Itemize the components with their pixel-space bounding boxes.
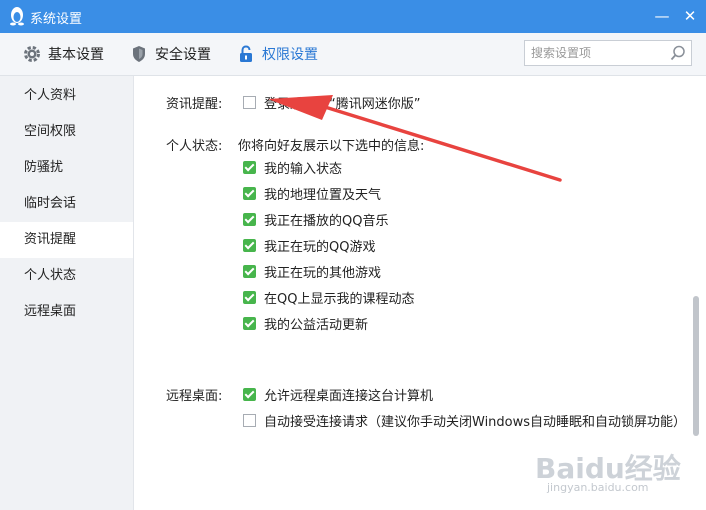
tab-permission-settings[interactable]: 权限设置 [236, 33, 318, 75]
tab-label: 权限设置 [262, 47, 318, 63]
close-button[interactable]: ✕ [680, 6, 700, 26]
settings-tabbar: 基本设置 安全设置 权限设置 [0, 33, 706, 76]
status-intro-text: 你将向好友展示以下选中的信息: [238, 139, 425, 154]
search-icon[interactable] [669, 44, 687, 62]
gear-icon [24, 46, 40, 62]
status-option-row[interactable]: 我正在播放的QQ音乐 [243, 210, 388, 229]
qq-penguin-icon [10, 7, 24, 26]
status-option-row[interactable]: 我的地理位置及天气 [243, 184, 381, 203]
auto-accept-checkbox[interactable] [243, 414, 256, 427]
scrollbar-thumb[interactable] [693, 296, 699, 436]
location-weather-checkbox[interactable] [243, 187, 256, 200]
news-option-row[interactable]: 登录后显示“腾讯网迷你版” [243, 93, 420, 112]
other-game-checkbox[interactable] [243, 265, 256, 278]
option-text: 允许远程桌面连接这台计算机 [264, 389, 434, 404]
minimize-button[interactable]: — [652, 6, 672, 26]
remote-option-row[interactable]: 允许远程桌面连接这台计算机 [243, 385, 433, 404]
qq-game-checkbox[interactable] [243, 239, 256, 252]
option-text: 在QQ上显示我的课程动态 [264, 292, 415, 307]
baidu-jingyan-watermark: Baidu经验 jingyan.baidu.com [535, 447, 685, 497]
search-input[interactable] [525, 41, 677, 65]
lock-icon [240, 45, 252, 62]
news-reminder-label: 资讯提醒: [166, 97, 223, 112]
status-option-row[interactable]: 我的公益活动更新 [243, 314, 368, 333]
sidebar-item-qzone-permission[interactable]: 空间权限 [0, 114, 133, 150]
settings-content: 资讯提醒: 登录后显示“腾讯网迷你版” 个人状态: 你将向好友展示以下选中的信息… [134, 76, 690, 510]
tab-basic-settings[interactable]: 基本设置 [22, 33, 104, 75]
sidebar-item-news-reminder[interactable]: 资讯提醒 [0, 222, 133, 258]
option-text: 我的输入状态 [264, 162, 343, 177]
sidebar-item-profile[interactable]: 个人资料 [0, 78, 133, 114]
typing-status-checkbox[interactable] [243, 161, 256, 174]
option-text: 我正在玩的其他游戏 [264, 266, 382, 281]
tab-label: 基本设置 [48, 47, 104, 63]
remote-desktop-label: 远程桌面: [166, 389, 223, 404]
tab-security-settings[interactable]: 安全设置 [129, 33, 211, 75]
sidebar-item-personal-status[interactable]: 个人状态 [0, 258, 133, 294]
option-text: 我正在播放的QQ音乐 [264, 214, 389, 229]
status-option-row[interactable]: 在QQ上显示我的课程动态 [243, 288, 414, 307]
option-text: 登录后显示“腾讯网迷你版” [264, 97, 421, 112]
shield-icon [133, 46, 145, 62]
status-option-row[interactable]: 我正在玩的其他游戏 [243, 262, 381, 281]
settings-sidebar: 个人资料 空间权限 防骚扰 临时会话 资讯提醒 个人状态 远程桌面 [0, 76, 134, 510]
option-text: 我的地理位置及天气 [264, 188, 382, 203]
show-tencent-mini-checkbox[interactable] [243, 96, 256, 109]
option-text: 自动接受连接请求（建议你手动关闭Windows自动睡眠和自动锁屏功能） [264, 415, 687, 430]
allow-remote-checkbox[interactable] [243, 388, 256, 401]
course-activity-checkbox[interactable] [243, 291, 256, 304]
charity-update-checkbox[interactable] [243, 317, 256, 330]
option-text: 我正在玩的QQ游戏 [264, 240, 376, 255]
status-option-row[interactable]: 我的输入状态 [243, 158, 342, 177]
status-option-row[interactable]: 我正在玩的QQ游戏 [243, 236, 375, 255]
scrollbar-track[interactable] [690, 76, 706, 510]
sidebar-item-anti-harassment[interactable]: 防骚扰 [0, 150, 133, 186]
window-title: 系统设置 [30, 12, 83, 27]
watermark-url: jingyan.baidu.com [547, 481, 649, 494]
remote-option-row[interactable]: 自动接受连接请求（建议你手动关闭Windows自动睡眠和自动锁屏功能） [243, 411, 686, 430]
title-bar: 系统设置 — ✕ [0, 0, 706, 33]
qq-music-checkbox[interactable] [243, 213, 256, 226]
sidebar-item-remote-desktop[interactable]: 远程桌面 [0, 294, 133, 330]
option-text: 我的公益活动更新 [264, 318, 369, 333]
personal-status-label: 个人状态: [166, 139, 223, 154]
settings-search-box [524, 40, 692, 66]
sidebar-item-temp-chat[interactable]: 临时会话 [0, 186, 133, 222]
tab-label: 安全设置 [155, 47, 211, 63]
